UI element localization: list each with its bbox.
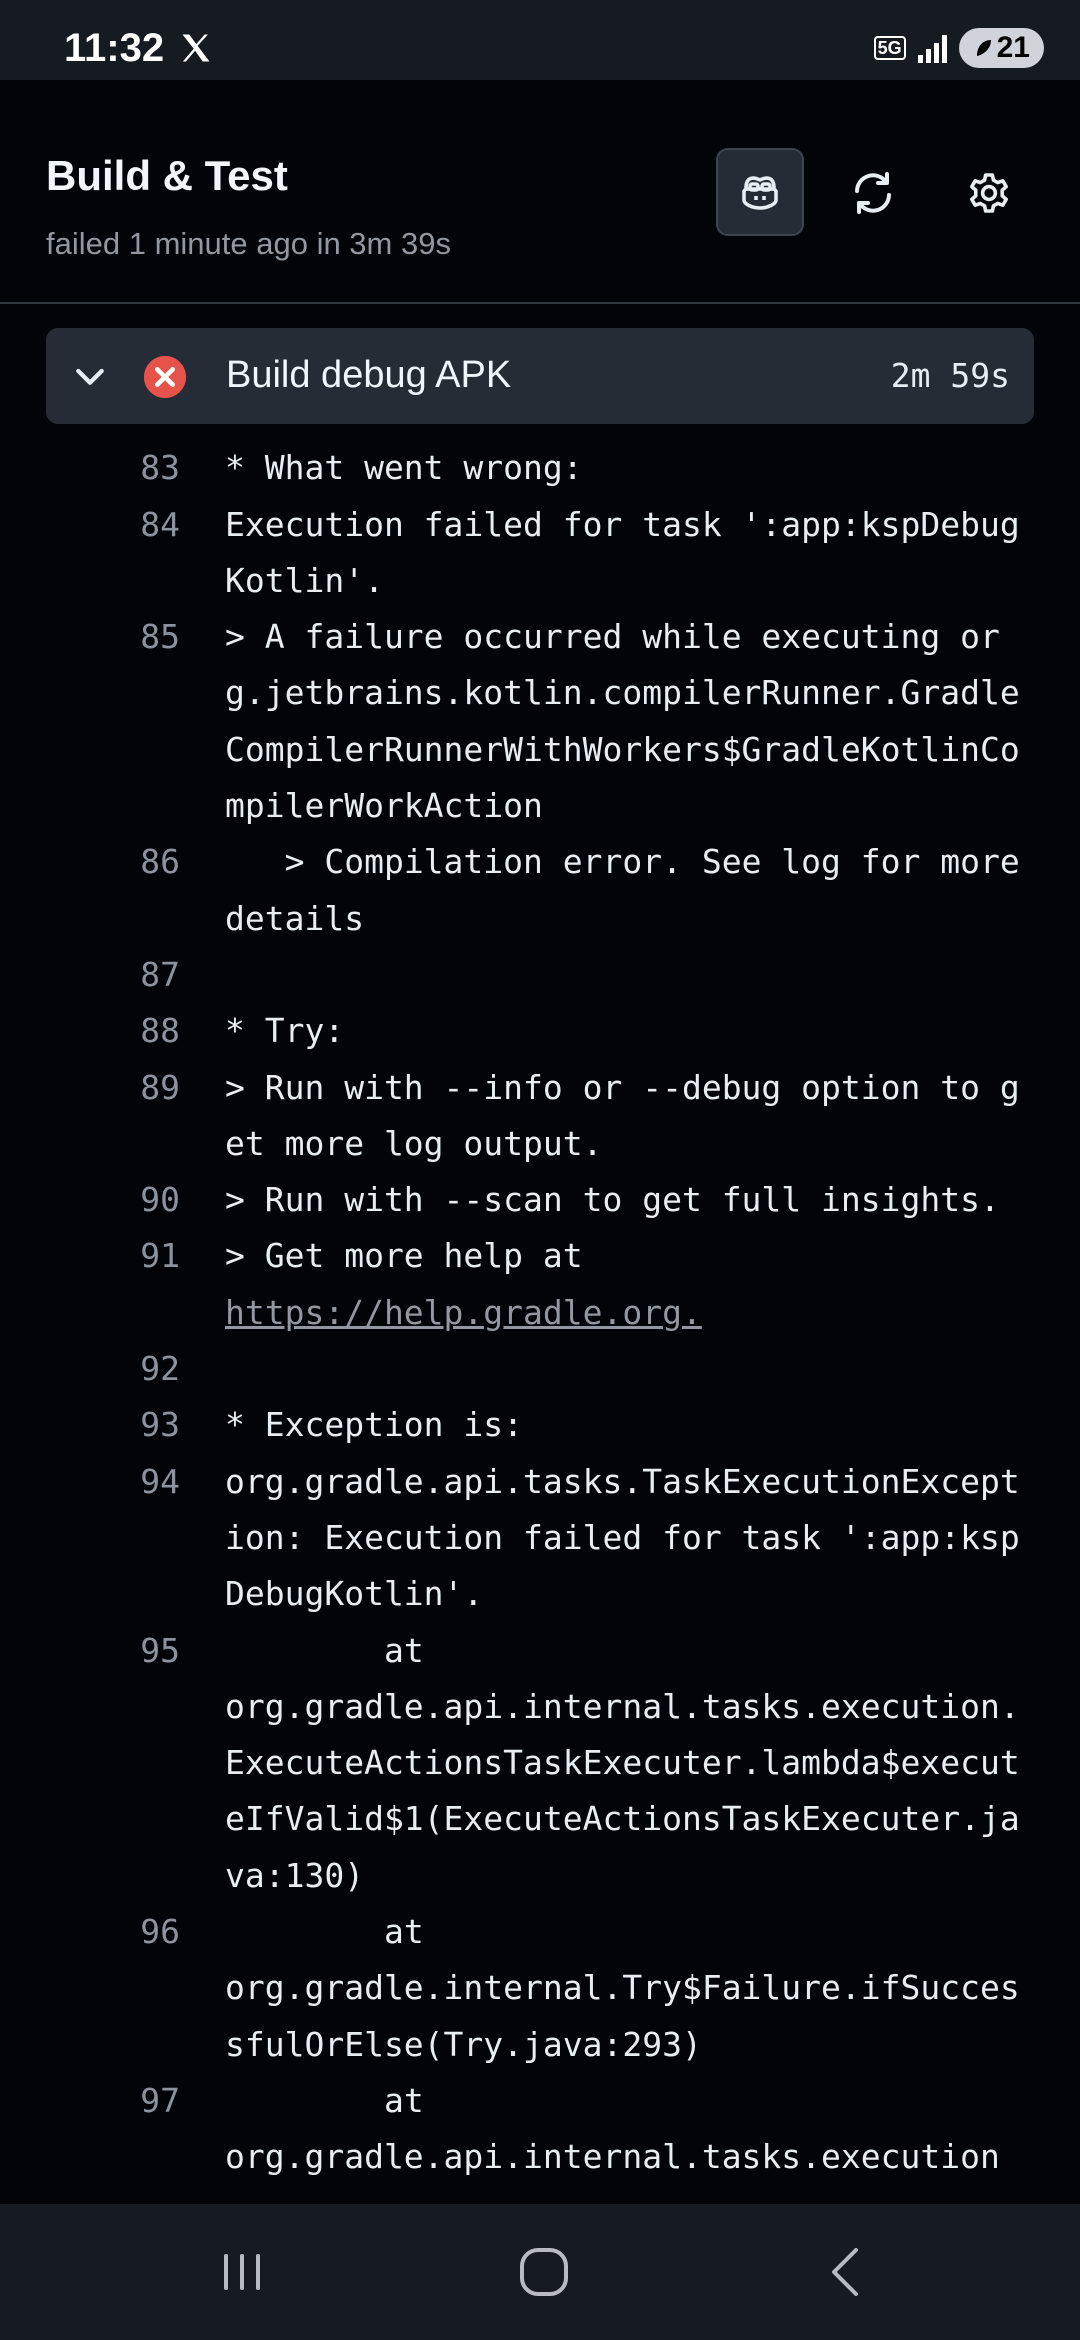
log-line-text: * Try: [225, 1011, 345, 1051]
job-name: Build debug APK [226, 354, 512, 396]
network-type: 5G [873, 36, 906, 60]
job-duration: 2m 59s [890, 356, 1010, 395]
log-line-text: at [225, 2080, 424, 2120]
page-title: Build & Test [46, 152, 288, 199]
refresh-icon [855, 172, 891, 214]
log-line-number [0, 1679, 180, 1904]
log-line-number: 93 [140, 1405, 180, 1445]
log-line-number [0, 1960, 180, 2073]
log-line: 84 Execution failed for task ':app:kspDeb… [0, 497, 1080, 610]
log-line-number: 84 [140, 504, 180, 544]
log-line: 88 * Try: [0, 1003, 1080, 1059]
log-line: 82 [0, 424, 1080, 440]
log-line-text: > Run with --info or --debug option to g… [225, 1067, 1020, 1163]
rerun-button[interactable] [828, 148, 918, 238]
log-line: 92 [0, 1341, 1080, 1397]
home-button[interactable] [514, 2242, 574, 2302]
status-bar: 11:32 5G 21 [0, 0, 1080, 80]
log-line: 91 > Get more help at [0, 1228, 1080, 1284]
log-line-text: > Compilation error. See log for more de… [225, 842, 1040, 938]
log-line: org.gradle.api.internal.tasks.execution.… [0, 1679, 1080, 1904]
back-button[interactable] [818, 2242, 878, 2302]
log-line: 97 at [0, 2073, 1080, 2129]
log-line: 86 > Compilation error. See log for more… [0, 834, 1080, 947]
log-line-text: at [225, 1630, 424, 1670]
log-line: 87 [0, 947, 1080, 1003]
log-lines: 82 83 * What went wrong: 84 Execution failed… [0, 424, 1080, 2186]
log-line: 96 at [0, 1904, 1080, 1960]
log-line-text: at [225, 1912, 424, 1952]
log-line-text: org.gradle.api.tasks.TaskExecutionExcept… [225, 1461, 1020, 1614]
log-line-number: 89 [140, 1067, 180, 1107]
signal-icon [917, 33, 947, 63]
run-summary: failed 1 minute ago in 3m 39s [46, 226, 451, 261]
log-line-number: 90 [140, 1180, 180, 1220]
log-line-number: 83 [140, 448, 180, 488]
log-line-text: org.gradle.api.internal.tasks.execution.… [225, 1686, 1020, 1895]
log-line: org.gradle.internal.Try$Failure.ifSucces… [0, 1960, 1080, 2073]
log-line-text: > Get more help at [225, 1236, 583, 1276]
gear-icon [970, 173, 1008, 213]
log-line-number: 91 [140, 1236, 180, 1276]
log-line: 89 > Run with --info or --debug option to… [0, 1060, 1080, 1173]
log-line-text: * Exception is: [225, 1405, 524, 1445]
battery-saver-icon [976, 40, 991, 56]
chevron-down-icon[interactable] [70, 356, 110, 396]
status-indicators: 5G 21 [873, 28, 1044, 68]
log-line-number: 82 [0, 424, 180, 440]
log-line-number [0, 1285, 180, 1341]
log-line: 83 * What went wrong: [0, 440, 1080, 496]
log-line: 85 > A failure occurred while executing o… [0, 609, 1080, 834]
log-output[interactable]: 82 83 * What went wrong: 84 Execution failed… [0, 424, 1080, 2204]
log-link[interactable]: https://help.gradle.org. [225, 1285, 1025, 1341]
log-line-text: > Run with --scan to get full insights. [225, 1180, 1000, 1220]
x-app-icon [182, 34, 210, 62]
log-line-text [225, 947, 1025, 1003]
log-line-number: 85 [140, 617, 180, 657]
status-time: 11:32 [64, 26, 165, 70]
log-line-text: org.gradle.internal.Try$Failure.ifSucces… [225, 1968, 1020, 2064]
log-line: 95 at [0, 1623, 1080, 1679]
log-line-text: org.gradle.api.internal.tasks.execution [225, 2137, 1000, 2177]
home-icon [520, 2248, 568, 2296]
recents-button[interactable] [212, 2242, 272, 2302]
copilot-button[interactable] [716, 148, 804, 236]
log-line-number: 88 [140, 1011, 180, 1051]
log-line-number: 87 [140, 954, 180, 994]
log-line-number: 96 [140, 1912, 180, 1952]
log-line: org.gradle.api.internal.tasks.execution [0, 2129, 1080, 2185]
workflow-header: Build & Test failed 1 minute ago in 3m 3… [0, 80, 1080, 304]
log-line: 90 > Run with --scan to get full insights… [0, 1172, 1080, 1228]
battery-level: 21 [996, 31, 1030, 64]
log-line-number: 94 [140, 1461, 180, 1501]
log-line: 94 org.gradle.api.tasks.TaskExecutionExce… [0, 1454, 1080, 1623]
copilot-icon [742, 176, 778, 210]
settings-button[interactable] [944, 148, 1034, 238]
log-line-text: > A failure occurred while executing org… [225, 617, 1020, 826]
recents-icon [224, 2254, 260, 2290]
log-line-number: 92 [140, 1349, 180, 1389]
log-line-number: 95 [140, 1630, 180, 1670]
log-line-text [225, 424, 1025, 440]
log-line-text [225, 1341, 1025, 1397]
battery-indicator: 21 [958, 28, 1044, 68]
log-line: 93 * Exception is: [0, 1397, 1080, 1453]
log-line-number: 97 [140, 2080, 180, 2120]
failed-status-icon [143, 355, 187, 399]
job-step-header[interactable]: Build debug APK 2m 59s [46, 328, 1034, 424]
log-line-text: * What went wrong: [225, 448, 583, 488]
log-line-number: 86 [140, 842, 180, 882]
log-line-number [0, 2129, 180, 2185]
back-icon [832, 2248, 858, 2296]
system-nav-bar [0, 2204, 1080, 2340]
log-line-text: Execution failed for task ':app:kspDebug… [225, 504, 1020, 600]
log-line: https://help.gradle.org. [0, 1285, 1080, 1341]
